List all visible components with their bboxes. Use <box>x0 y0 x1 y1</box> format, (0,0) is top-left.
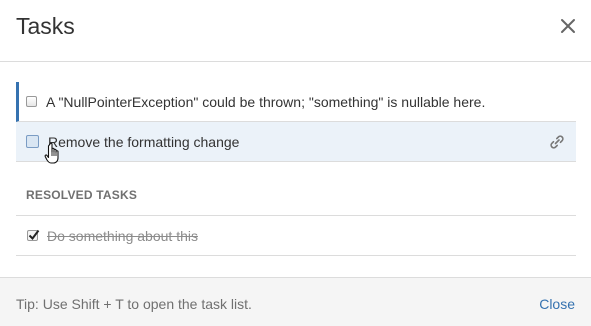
task-item[interactable]: A "NullPointerException" could be thrown… <box>16 82 576 122</box>
close-button[interactable]: Close <box>539 296 575 312</box>
task-text: A "NullPointerException" could be thrown… <box>46 93 486 110</box>
open-task-list: A "NullPointerException" could be thrown… <box>16 82 576 162</box>
close-icon[interactable] <box>559 17 577 35</box>
dialog-title: Tasks <box>16 13 75 39</box>
task-text: Remove the formatting change <box>48 133 240 150</box>
task-item[interactable]: Remove the formatting change <box>16 122 576 162</box>
tip-text: Tip: Use Shift + T to open the task list… <box>16 296 252 312</box>
link-icon[interactable] <box>548 134 566 150</box>
task-checkbox[interactable] <box>26 135 39 148</box>
task-checkbox[interactable] <box>26 96 37 107</box>
tasks-dialog: Tasks A "NullPointerException" could be … <box>0 0 591 326</box>
resolved-task-text: Do something about this <box>47 227 198 244</box>
dialog-footer: Tip: Use Shift + T to open the task list… <box>0 277 591 326</box>
resolved-task-item[interactable]: Do something about this <box>16 216 576 256</box>
dialog-header: Tasks <box>0 0 591 62</box>
task-checkbox-checked[interactable] <box>27 229 40 241</box>
resolved-tasks-heading: RESOLVED TASKS <box>26 188 138 202</box>
